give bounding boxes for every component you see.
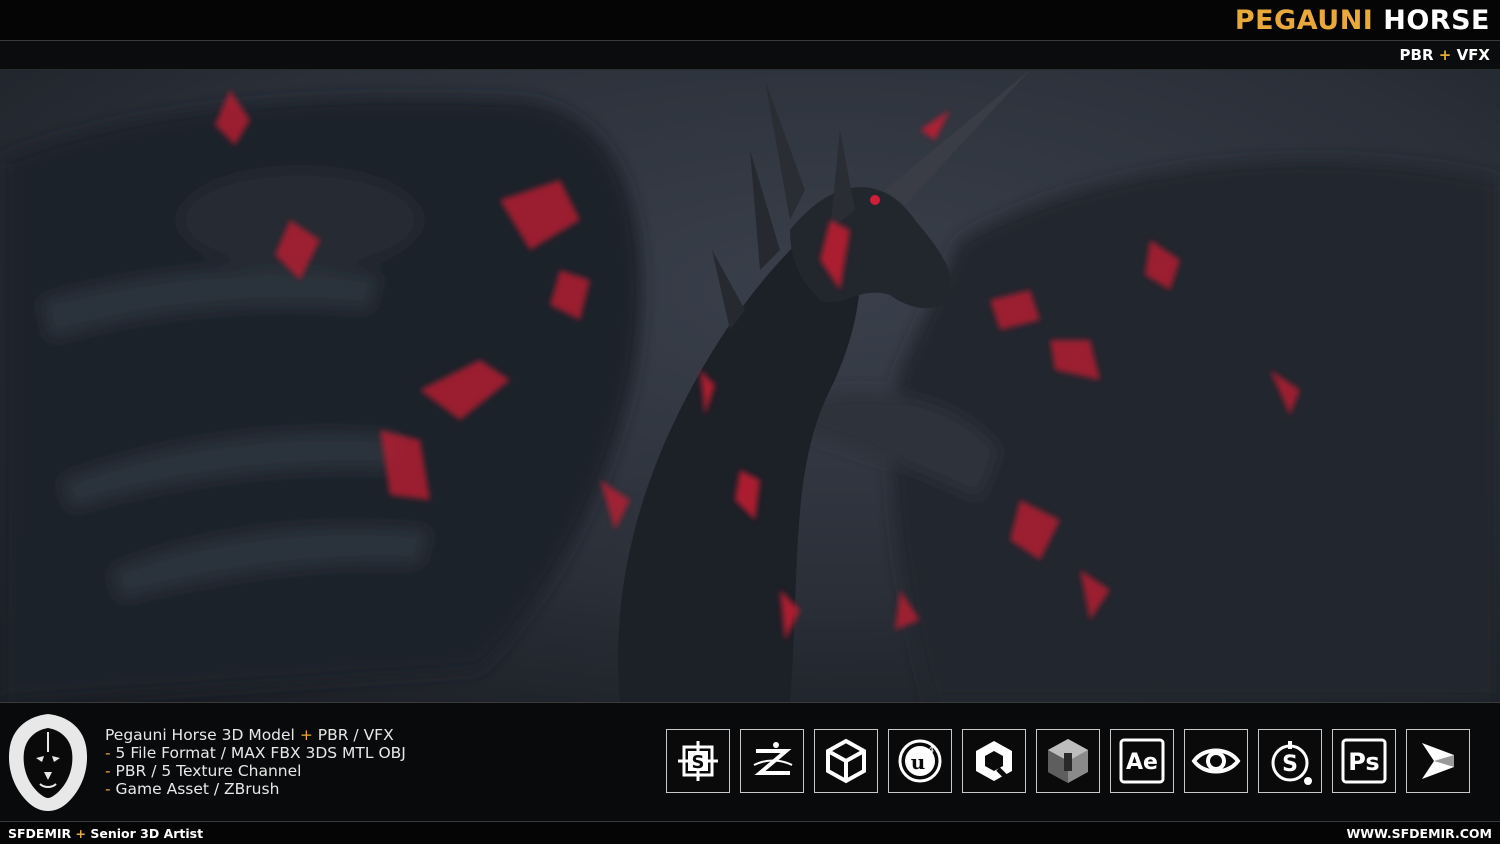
svg-text:Ae: Ae (1126, 750, 1158, 775)
substance-painter-icon: S (666, 729, 730, 793)
author-credit: SFDEMIR + Senior 3D Artist (8, 826, 204, 841)
marmoset-icon (1036, 729, 1100, 793)
pegauni-horse-render (0, 70, 1500, 702)
after-effects-icon: Ae (1110, 729, 1174, 793)
svg-text:u: u (911, 750, 926, 774)
hero-render (0, 70, 1500, 703)
marmoset-viewer-icon (1184, 729, 1248, 793)
website-link[interactable]: WWW.SFDEMIR.COM (1347, 826, 1492, 841)
top-bar: PEGAUNI HORSE (0, 0, 1500, 41)
lion-logo-icon (6, 712, 90, 812)
svg-text:S: S (692, 752, 705, 773)
sub-bar: PBR + VFX (0, 41, 1500, 70)
svg-text:4: 4 (928, 745, 934, 756)
title-rest: HORSE (1373, 5, 1490, 36)
description-line-2: - 5 File Format / MAX FBX 3DS MTL OBJ (105, 744, 406, 762)
title-accent: PEGAUNI (1234, 5, 1374, 36)
description-line-4: - Game Asset / ZBrush (105, 780, 280, 798)
description-line-1: Pegauni Horse 3D Model + PBR / VFX (105, 726, 394, 744)
unity-icon (814, 729, 878, 793)
substance-designer-icon: S (1258, 729, 1322, 793)
svg-text:S: S (1282, 752, 1298, 777)
subtitle-pbr: PBR (1399, 46, 1434, 64)
footer: SFDEMIR + Senior 3D Artist WWW.SFDEMIR.C… (0, 822, 1500, 844)
description-line-3: - PBR / 5 Texture Channel (105, 762, 302, 780)
subtitle-vfx: VFX (1456, 46, 1490, 64)
quixel-icon (962, 729, 1026, 793)
software-icon-row: S u4 Ae S Ps (666, 729, 1470, 793)
svg-text:Ps: Ps (1348, 748, 1379, 776)
subtitle-plus: + (1438, 46, 1452, 64)
unreal-engine-4-icon: u4 (888, 729, 952, 793)
subtitle: PBR + VFX (1400, 46, 1490, 64)
model-description: Pegauni Horse 3D Model + PBR / VFX - 5 F… (105, 726, 406, 798)
page-title: PEGAUNI HORSE (1235, 5, 1490, 36)
3ds-max-icon (1406, 729, 1470, 793)
photoshop-icon: Ps (1332, 729, 1396, 793)
zbrush-icon (740, 729, 804, 793)
